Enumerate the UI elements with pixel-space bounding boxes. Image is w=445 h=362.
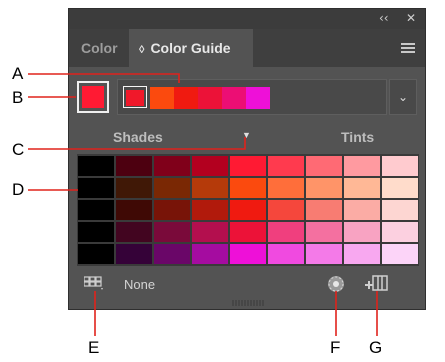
variation-swatch[interactable] [154,244,190,264]
variation-swatch[interactable] [116,156,152,176]
callout-g: G [369,338,383,357]
variation-swatch[interactable] [382,222,418,242]
color-guide-panel: ‹‹ ✕ Color ◊ Color Guide ⌄ Shades ▼ Tints… [68,8,426,310]
harmony-swatch[interactable] [150,87,174,109]
callout-a: A [12,64,24,83]
variation-swatch[interactable] [344,178,380,198]
variation-swatch[interactable] [154,222,190,242]
harmony-swatch[interactable] [198,87,222,109]
variation-swatch[interactable] [230,222,266,242]
variation-swatch[interactable] [154,178,190,198]
variation-swatch[interactable] [382,244,418,264]
variation-swatch[interactable] [230,244,266,264]
chevron-down-icon: ⌄ [397,90,409,104]
tab-color[interactable]: Color [81,29,118,67]
variation-swatch[interactable] [306,200,342,220]
variation-swatch[interactable] [344,222,380,242]
callout-d: D [12,180,25,199]
variation-swatch[interactable] [192,200,228,220]
callout-e: E [88,338,100,357]
variation-swatch[interactable] [192,178,228,198]
tab-color-guide[interactable]: ◊ Color Guide [129,29,253,67]
variation-swatch[interactable] [116,244,152,264]
callout-f: F [330,338,341,357]
variation-swatch[interactable] [116,178,152,198]
variation-swatch[interactable] [268,200,304,220]
tab-color-guide-label: Color Guide [150,40,231,56]
base-color-frame[interactable] [77,81,109,113]
harmony-swatch[interactable] [246,87,270,109]
variation-swatch[interactable] [154,200,190,220]
harmony-swatch[interactable] [126,90,144,106]
save-group-to-swatches-icon[interactable] [365,274,389,294]
swatch-grid-icon[interactable] [84,275,104,291]
variation-swatch[interactable] [78,156,114,176]
variations-grid [77,154,419,266]
variation-swatch[interactable] [192,156,228,176]
variation-swatch[interactable] [306,244,342,264]
variation-swatch[interactable] [382,200,418,220]
variation-swatch[interactable] [268,156,304,176]
harmony-swatch[interactable] [174,87,198,109]
variation-swatch[interactable] [344,156,380,176]
harmony-dropdown-button[interactable]: ⌄ [389,79,417,115]
variation-swatch[interactable] [192,222,228,242]
harmony-swatch[interactable] [222,87,246,109]
variation-swatch[interactable] [382,178,418,198]
variation-swatch[interactable] [230,200,266,220]
variation-options-arrow-icon[interactable]: ▼ [242,130,251,140]
variation-swatch[interactable] [306,222,342,242]
resize-grip-icon[interactable] [231,300,265,306]
callout-c: C [12,140,25,159]
harmony-rules-bar[interactable] [117,79,387,115]
variation-swatch[interactable] [344,244,380,264]
variation-swatch[interactable] [192,244,228,264]
variation-swatch[interactable] [230,156,266,176]
variation-swatch[interactable] [344,200,380,220]
panel-tab-bar: Color ◊ Color Guide [69,29,425,67]
variation-swatch[interactable] [306,178,342,198]
variation-swatch[interactable] [230,178,266,198]
variation-swatch[interactable] [78,200,114,220]
variation-swatch[interactable] [116,200,152,220]
hamburger-menu-icon[interactable] [401,43,415,53]
variation-swatch[interactable] [78,222,114,242]
variation-swatch[interactable] [382,156,418,176]
shades-label: Shades [113,129,163,145]
collapse-panel-icon[interactable]: ‹‹ [379,11,389,25]
callout-b: B [12,88,24,107]
variation-swatch[interactable] [154,156,190,176]
variation-swatch[interactable] [306,156,342,176]
variation-swatch[interactable] [78,178,114,198]
variation-swatch[interactable] [268,244,304,264]
base-color-swatch[interactable] [82,86,104,108]
edit-colors-wheel-icon[interactable] [327,275,345,293]
variation-swatch[interactable] [78,244,114,264]
panel-titlebar: ‹‹ ✕ [69,9,425,29]
variation-swatch[interactable] [268,222,304,242]
updown-arrows-icon: ◊ [139,44,145,56]
tints-label: Tints [341,129,375,145]
variation-swatch[interactable] [116,222,152,242]
swatch-group-name: None [124,277,156,292]
close-panel-icon[interactable]: ✕ [406,11,416,25]
variation-swatch[interactable] [268,178,304,198]
